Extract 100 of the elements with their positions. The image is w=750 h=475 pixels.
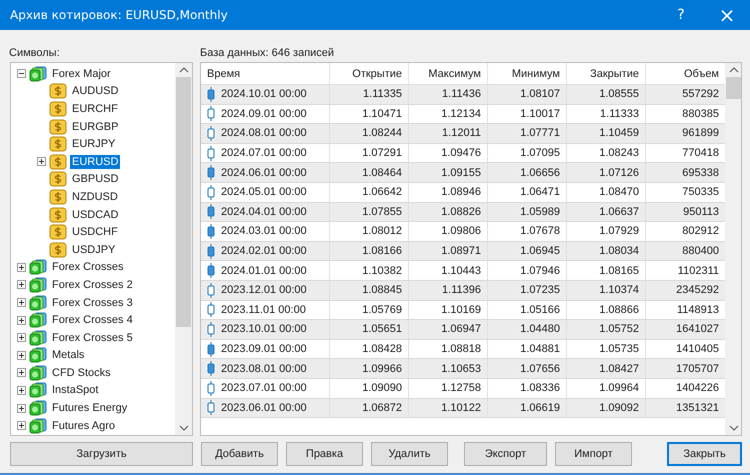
column-header[interactable]: Объем (646, 63, 725, 84)
table-cell: 1.07771 (488, 124, 567, 143)
tree-item[interactable]: USDJPY (70, 242, 118, 257)
scroll-thumb[interactable] (726, 77, 741, 99)
tree-item[interactable]: Forex Major (50, 66, 113, 81)
dialog-button[interactable]: Экспорт (464, 442, 547, 466)
column-header[interactable]: Время (201, 63, 330, 84)
tree-item[interactable]: AUDUSD (70, 84, 120, 98)
expand-icon[interactable] (17, 421, 26, 430)
table-cell: 1.04881 (488, 340, 567, 358)
expand-icon[interactable] (17, 298, 26, 308)
table-cell: 1.11333 (567, 104, 646, 124)
table-cell: 1.07095 (488, 144, 567, 162)
table-cell: 1.08012 (330, 222, 409, 241)
tree-item[interactable]: USDCAD (70, 208, 120, 222)
dialog-button[interactable]: Импорт (555, 442, 632, 466)
table-cell: 1.11335 (330, 85, 409, 104)
table-cell: 1.08107 (488, 85, 567, 104)
table-cell: 1.07126 (567, 163, 646, 182)
scrollbar[interactable] (175, 63, 192, 435)
table-cell: 1.04480 (488, 320, 567, 339)
expand-icon[interactable] (17, 316, 26, 325)
tree-item[interactable]: Forex Crosses 2 (50, 278, 135, 292)
coin-icon (49, 100, 67, 117)
coin-icon (49, 242, 67, 258)
expand-icon[interactable] (17, 262, 26, 272)
scroll-down-icon[interactable] (178, 425, 188, 431)
tree-item[interactable]: Forex Crosses 3 (50, 296, 135, 310)
table-cell-text: 750335 (681, 185, 720, 200)
expand-icon[interactable] (17, 280, 26, 290)
coin-icon (49, 136, 67, 152)
table-cell: 2023.06.01 00:00 (221, 402, 307, 414)
folder-stack-icon (29, 66, 47, 82)
table-cell-text: 950113 (682, 204, 720, 220)
table-cell: 1.06642 (330, 182, 409, 202)
table-cell: 1.05769 (330, 300, 409, 320)
expand-icon[interactable] (17, 386, 26, 395)
column-header[interactable]: Открытие (330, 63, 409, 84)
table-cell: 1.10374 (567, 280, 646, 300)
table-cell: 1.10122 (409, 398, 488, 418)
table-cell: 1.12758 (409, 378, 488, 398)
folder-stack-icon (29, 400, 47, 416)
dialog-button[interactable]: Удалить (371, 442, 448, 466)
close-button[interactable]: × (704, 0, 750, 30)
database-label: База данных: 646 записей (200, 47, 334, 59)
table-cell: 1.07946 (488, 261, 567, 280)
dialog-button[interactable]: Добавить (201, 442, 278, 466)
tree-item[interactable]: InstaSpot (50, 383, 100, 398)
table-cell: 1.08336 (488, 378, 567, 398)
expand-icon[interactable] (17, 350, 26, 360)
table-cell: 1.06656 (488, 163, 567, 182)
tree-item[interactable]: Forex Crosses (50, 260, 126, 274)
expand-icon[interactable] (17, 333, 26, 342)
tree-item[interactable]: USDCHF (70, 225, 120, 240)
table-cell: 1.12134 (409, 104, 488, 124)
coin-icon (49, 206, 67, 223)
table-cell: 1.09966 (330, 359, 409, 378)
folder-stack-icon (29, 312, 47, 328)
table-cell: 1.10459 (567, 124, 646, 143)
scroll-down-icon[interactable] (728, 425, 738, 431)
scroll-up-icon[interactable] (178, 67, 188, 73)
expand-icon[interactable] (17, 404, 26, 413)
expand-icon[interactable] (37, 157, 46, 166)
table-cell: 1.05752 (567, 320, 646, 339)
tree-item[interactable]: NZDUSD (70, 190, 120, 204)
table-cell-text: 1410405 (675, 342, 720, 358)
table-cell: 2024.10.01 00:00 (221, 88, 307, 100)
tree-item[interactable]: EURUSD (70, 154, 120, 169)
dialog-button[interactable]: Правка (286, 442, 363, 466)
scroll-thumb[interactable] (176, 77, 191, 327)
scroll-up-icon[interactable] (728, 67, 738, 73)
collapse-icon[interactable] (17, 69, 26, 78)
tree-item[interactable]: Futures Agro (50, 418, 117, 433)
table-cell: 2024.07.01 00:00 (221, 147, 307, 160)
tree-item[interactable]: Metals (50, 348, 86, 362)
dialog-button[interactable]: Загрузить (10, 442, 193, 466)
tree-item[interactable]: EURCHF (70, 102, 120, 116)
table-cell: 2023.07.01 00:00 (221, 382, 307, 394)
tree-item[interactable]: GBPUSD (70, 172, 120, 186)
scrollbar[interactable] (725, 63, 741, 435)
tree-item[interactable]: Futures Energy (50, 401, 130, 416)
table-cell: 1.07678 (488, 222, 567, 241)
tree-item[interactable]: CFD Stocks (50, 366, 113, 380)
table-cell-text: 1641027 (675, 322, 720, 338)
help-button[interactable]: ? (658, 0, 704, 30)
column-header[interactable]: Закрытие (567, 63, 646, 84)
table-cell: 1.08946 (409, 182, 488, 202)
tree-item[interactable]: EURJPY (70, 137, 118, 152)
dialog-button[interactable]: Закрыть (667, 442, 742, 466)
expand-icon[interactable] (17, 368, 26, 378)
table-cell: 1.09090 (330, 378, 409, 398)
table-cell: 2024.05.01 00:00 (221, 186, 307, 198)
table-cell: 2024.08.01 00:00 (221, 127, 307, 140)
column-header[interactable]: Максимум (409, 63, 488, 84)
table-cell: 1.05735 (567, 340, 646, 358)
tree-item[interactable]: Forex Crosses 5 (50, 330, 135, 345)
tree-item[interactable]: Forex Crosses 4 (50, 313, 135, 328)
table-cell: 1.09806 (409, 222, 488, 241)
tree-item[interactable]: EURGBP (70, 120, 120, 134)
column-header[interactable]: Минимум (488, 63, 567, 84)
